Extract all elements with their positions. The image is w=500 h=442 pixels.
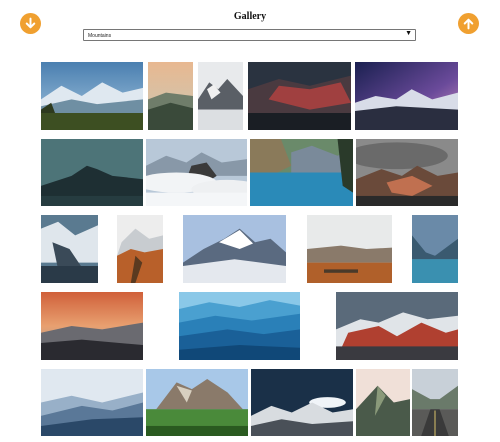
category-select-value: Mountains	[88, 32, 112, 39]
gallery-photo[interactable]	[41, 215, 98, 283]
gallery-photo[interactable]	[41, 292, 143, 360]
gallery-photo[interactable]	[198, 62, 243, 130]
gallery-photo[interactable]	[356, 139, 458, 206]
gallery-photo[interactable]	[41, 369, 143, 436]
page-title: Gallery	[233, 11, 267, 22]
dropdown-arrow-icon: ▼	[405, 30, 412, 37]
arrow-up-icon	[463, 18, 474, 30]
category-select[interactable]: Mountains ▼	[83, 29, 416, 41]
gallery-photo[interactable]	[117, 215, 163, 283]
gallery-photo[interactable]	[307, 215, 392, 283]
gallery-photo[interactable]	[336, 292, 458, 360]
gallery-photo[interactable]	[248, 62, 351, 130]
gallery-photo[interactable]	[146, 369, 248, 436]
gallery-photo[interactable]	[250, 139, 353, 206]
gallery-photo[interactable]	[148, 62, 193, 130]
gallery-photo[interactable]	[412, 369, 458, 436]
gallery-photo[interactable]	[179, 292, 300, 360]
gallery-photo[interactable]	[41, 62, 143, 130]
gallery-photo[interactable]	[356, 369, 410, 436]
gallery-photo[interactable]	[183, 215, 286, 283]
scroll-up-button[interactable]	[458, 13, 479, 34]
gallery-photo[interactable]	[41, 139, 143, 206]
gallery-photo[interactable]	[146, 139, 247, 206]
gallery-photo[interactable]	[355, 62, 458, 130]
gallery-photo[interactable]	[412, 215, 458, 283]
gallery-photo[interactable]	[251, 369, 353, 436]
